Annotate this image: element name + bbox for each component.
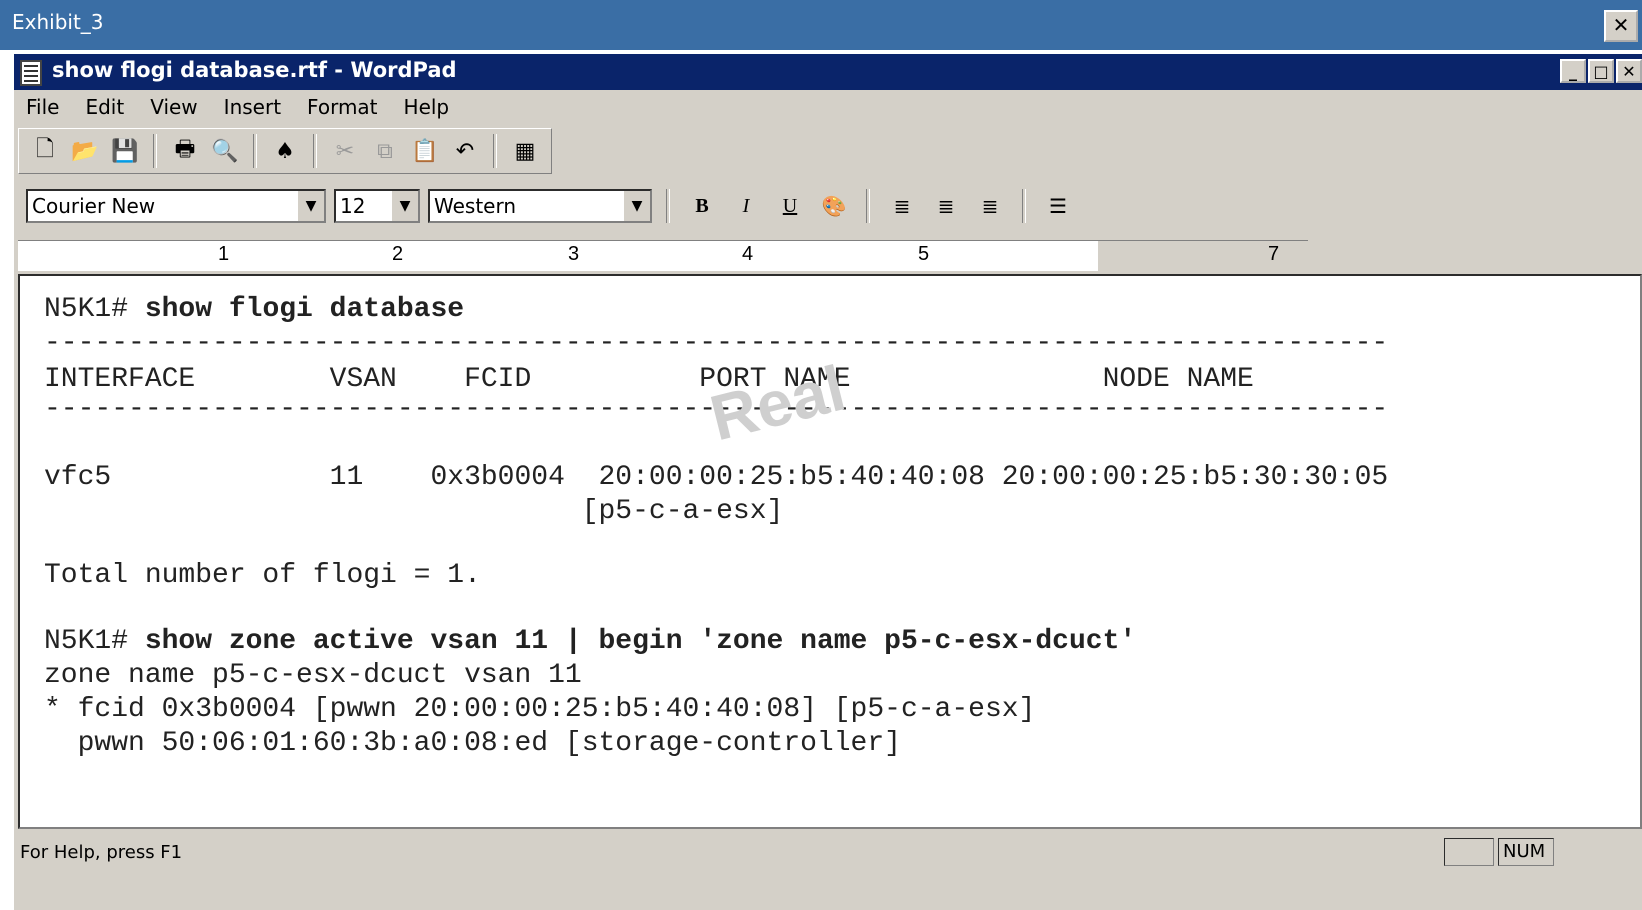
- toolbar-separator: [666, 189, 670, 223]
- toolbar-separator: [253, 134, 257, 168]
- align-right-icon[interactable]: ≣: [972, 188, 1008, 224]
- ruler-mark: 7: [1268, 243, 1280, 265]
- font-value: Courier New: [32, 194, 156, 218]
- copy-icon[interactable]: ⧉: [367, 133, 403, 169]
- print-icon[interactable]: 🖶: [167, 133, 203, 169]
- format-toolbar: Courier New ▼ 12 ▼ Western ▼ B I U 🎨 ≣ ≣…: [18, 180, 1084, 232]
- ruler[interactable]: 1 2 3 4 5 7: [18, 240, 1308, 271]
- chevron-down-icon[interactable]: ▼: [296, 191, 324, 221]
- script-select[interactable]: Western ▼: [428, 189, 652, 223]
- menu-file[interactable]: File: [26, 95, 59, 119]
- menu-help[interactable]: Help: [404, 95, 450, 119]
- save-icon[interactable]: 💾: [107, 133, 143, 169]
- size-value: 12: [340, 194, 366, 218]
- outer-titlebar: Exhibit_3 ✕: [0, 0, 1642, 50]
- ruler-mark: 2: [392, 243, 404, 265]
- toolbar-separator: [493, 134, 497, 168]
- align-left-icon[interactable]: ≣: [884, 188, 920, 224]
- status-bar: For Help, press F1 NUM: [14, 832, 1642, 872]
- doc-line-zone-member: * fcid 0x3b0004 [pwwn 20:00:00:25:b5:40:…: [44, 694, 1036, 725]
- menu-edit[interactable]: Edit: [85, 95, 124, 119]
- doc-command: show flogi database: [144, 294, 465, 325]
- doc-line-zone: zone name p5-c-esx-dcuct vsan 11: [44, 660, 582, 691]
- outer-title: Exhibit_3: [12, 10, 104, 34]
- wordpad-document-icon: [20, 60, 42, 86]
- print-preview-icon[interactable]: 🔍: [207, 133, 243, 169]
- paste-icon[interactable]: 📋: [407, 133, 443, 169]
- ruler-mark: 4: [742, 243, 754, 265]
- ruler-mark: 1: [218, 243, 230, 265]
- toolbar-separator: [866, 189, 870, 223]
- doc-line-dashes: ----------------------------------------…: [44, 328, 1389, 359]
- italic-button[interactable]: I: [728, 188, 764, 224]
- doc-line-cmd1: N5K1# show flogi database: [44, 294, 464, 325]
- find-icon[interactable]: ♠: [267, 133, 303, 169]
- datetime-icon[interactable]: ▦: [507, 133, 543, 169]
- doc-command: show zone active vsan 11 | begin 'zone n…: [144, 626, 1137, 657]
- doc-line-row-cont: [p5-c-a-esx]: [44, 496, 784, 527]
- close-button[interactable]: ✕: [1616, 59, 1642, 83]
- undo-icon[interactable]: ↶: [447, 133, 483, 169]
- standard-toolbar: 🗋 📂 💾 🖶 🔍 ♠ ✂ ⧉ 📋 ↶ ▦: [18, 128, 552, 174]
- ruler-mark: 5: [918, 243, 930, 265]
- open-icon[interactable]: 📂: [67, 133, 103, 169]
- doc-line-row: vfc5 11 0x3b0004 20:00:00:25:b5:40:40:08…: [44, 462, 1389, 493]
- doc-prompt: N5K1#: [44, 294, 145, 325]
- window-title: show flogi database.rtf - WordPad: [52, 58, 457, 82]
- document-area[interactable]: N5K1# show flogi database --------------…: [18, 274, 1642, 829]
- window-titlebar: show flogi database.rtf - WordPad _ □ ✕: [14, 54, 1642, 90]
- toolbar-separator: [313, 134, 317, 168]
- bold-button[interactable]: B: [684, 188, 720, 224]
- doc-line-total: Total number of flogi = 1.: [44, 560, 481, 591]
- script-value: Western: [434, 194, 517, 218]
- outer-close-button[interactable]: ✕: [1604, 10, 1638, 42]
- toolbar-separator: [1022, 189, 1026, 223]
- menu-bar: File Edit View Insert Format Help: [14, 90, 1642, 124]
- status-cell: [1444, 838, 1494, 866]
- doc-line-header: INTERFACE VSAN FCID PORT NAME NODE NAME: [44, 364, 1254, 395]
- wordpad-window: show flogi database.rtf - WordPad _ □ ✕ …: [14, 54, 1642, 910]
- new-icon[interactable]: 🗋: [27, 133, 63, 169]
- font-select[interactable]: Courier New ▼: [26, 189, 326, 223]
- status-num: NUM: [1498, 838, 1554, 866]
- minimize-button[interactable]: _: [1560, 59, 1586, 83]
- ruler-mark: 3: [568, 243, 580, 265]
- align-center-icon[interactable]: ≣: [928, 188, 964, 224]
- underline-button[interactable]: U: [772, 188, 808, 224]
- cut-icon[interactable]: ✂: [327, 133, 363, 169]
- chevron-down-icon[interactable]: ▼: [390, 191, 418, 221]
- status-help-text: For Help, press F1: [20, 842, 183, 863]
- bullets-icon[interactable]: ☰: [1040, 188, 1076, 224]
- doc-prompt: N5K1#: [44, 626, 145, 657]
- doc-line-zone-member: pwwn 50:06:01:60:3b:a0:08:ed [storage-co…: [44, 728, 901, 759]
- menu-view[interactable]: View: [150, 95, 197, 119]
- color-icon[interactable]: 🎨: [816, 188, 852, 224]
- maximize-button[interactable]: □: [1588, 59, 1614, 83]
- menu-insert[interactable]: Insert: [224, 95, 281, 119]
- menu-format[interactable]: Format: [307, 95, 377, 119]
- doc-line-cmd2: N5K1# show zone active vsan 11 | begin '…: [44, 626, 1136, 657]
- chevron-down-icon[interactable]: ▼: [622, 191, 650, 221]
- toolbar-separator: [153, 134, 157, 168]
- size-select[interactable]: 12 ▼: [334, 189, 420, 223]
